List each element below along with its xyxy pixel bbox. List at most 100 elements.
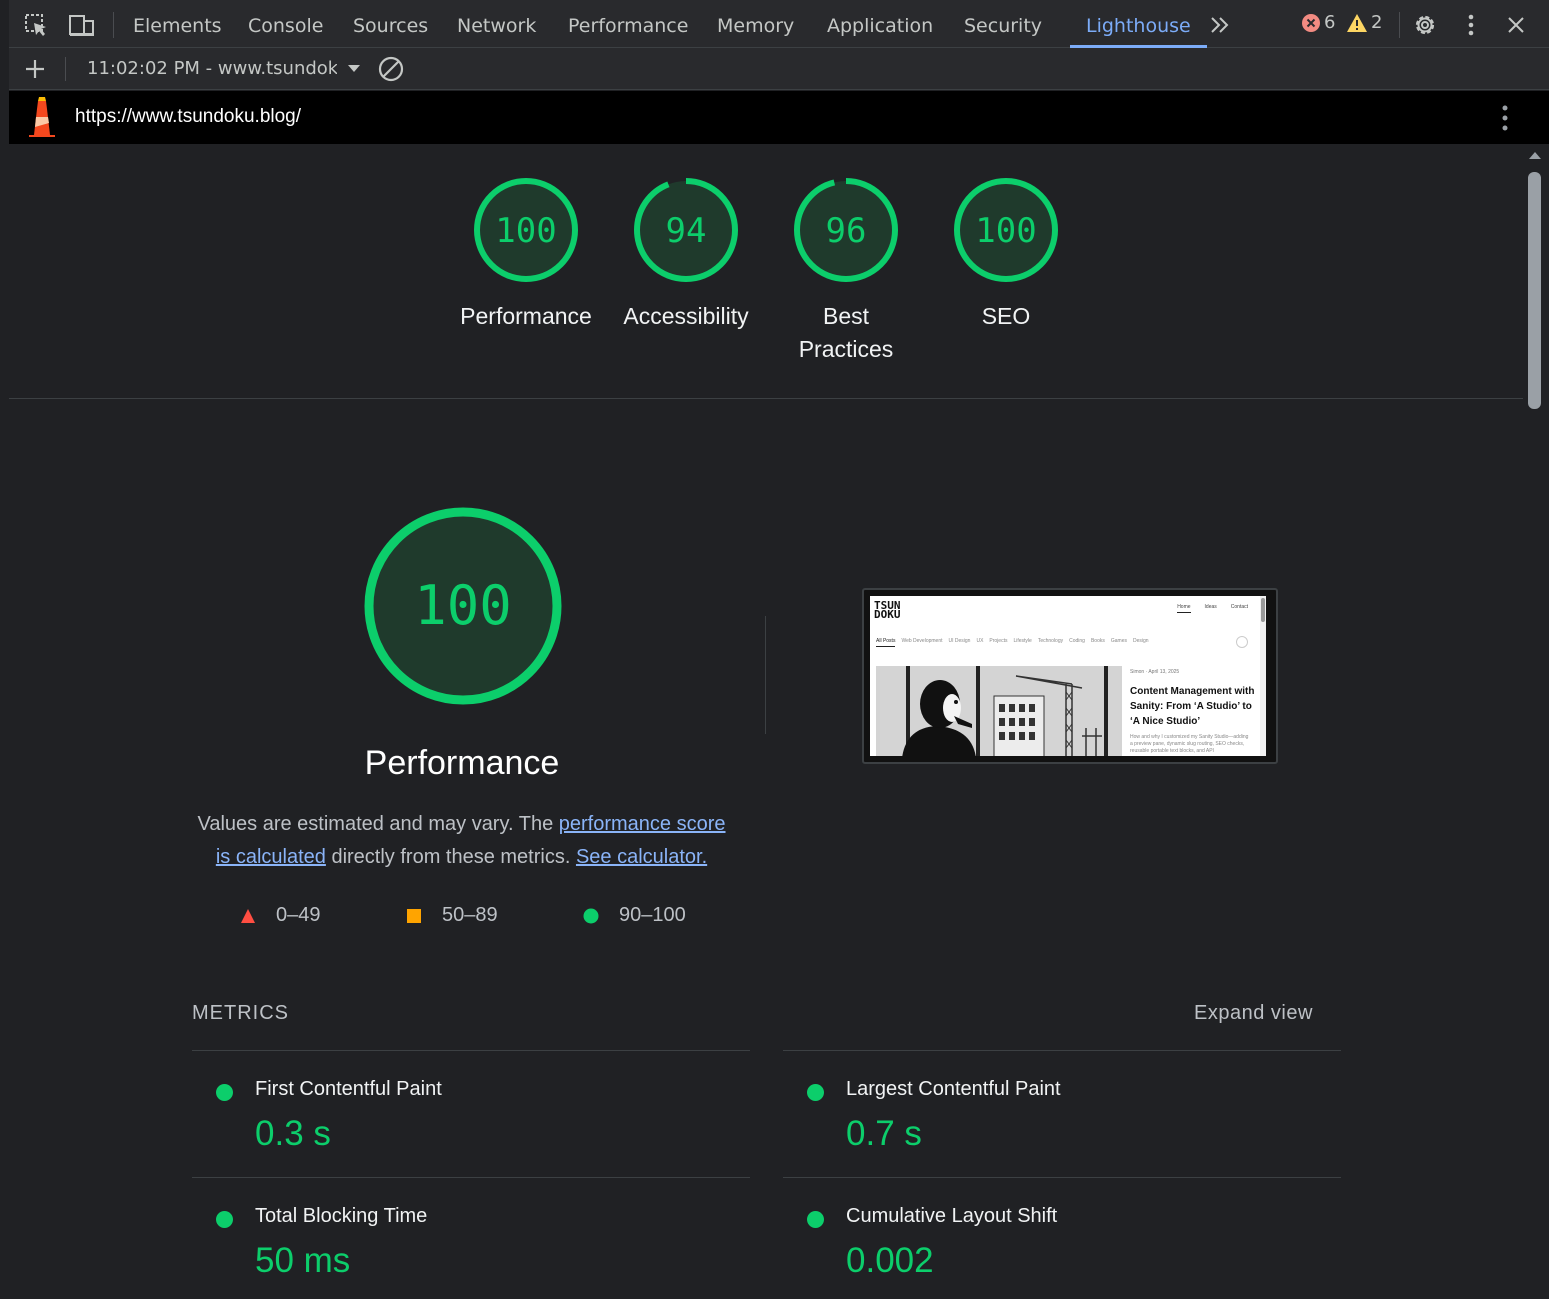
report-selector[interactable]: 11:02:02 PM - www.tsundoku.blog/ (87, 58, 337, 79)
accessibility-label: Accessibility (623, 303, 749, 329)
metrics-divider (783, 1177, 1341, 1178)
metric-value: 0.7 s (846, 1114, 922, 1153)
legend-pass-range: 90–100 (619, 904, 686, 926)
warning-badge[interactable]: 2 (1346, 12, 1382, 33)
device-toolbar-icon[interactable] (67, 10, 97, 40)
performance-score-large: 100 (414, 574, 512, 637)
metric-title: Cumulative Layout Shift (846, 1205, 1058, 1227)
performance-gauge-ring: 100 (474, 178, 578, 282)
scroll-up-arrow-icon[interactable] (1528, 150, 1542, 160)
error-count: 6 (1324, 12, 1336, 33)
performance-description: Values are estimated and may vary. The p… (189, 808, 734, 874)
screenshot-page: TSUN DOKU Home Ideas Contact All Posts W… (870, 596, 1266, 756)
final-screenshot[interactable]: TSUN DOKU Home Ideas Contact All Posts W… (862, 588, 1278, 764)
gauge-best-practices[interactable]: 96 Best Practices (766, 176, 926, 366)
performance-large-ring: 100 (364, 507, 562, 705)
tab-performance[interactable]: Performance (568, 0, 688, 48)
performance-label: Performance (460, 303, 592, 329)
gauge-accessibility[interactable]: 94 Accessibility (606, 176, 766, 333)
tab-application[interactable]: Application (827, 0, 933, 48)
tab-network[interactable]: Network (457, 0, 536, 48)
best-practices-label: Best Practices (798, 303, 894, 362)
gauge-seo[interactable]: 100 SEO (926, 176, 1086, 333)
metric-value: 0.002 (846, 1241, 934, 1280)
metric-title: Largest Contentful Paint (846, 1078, 1061, 1100)
legend-fail: 0–49 (240, 904, 321, 927)
clear-all-icon[interactable] (376, 54, 406, 84)
metric-value: 0.3 s (255, 1114, 331, 1153)
error-icon (1302, 13, 1320, 32)
site-nav: Home Ideas Contact (1177, 604, 1248, 613)
metrics-divider (192, 1050, 750, 1051)
lighthouse-toolbar: 11:02:02 PM - www.tsundoku.blog/ (9, 48, 1549, 90)
legend-average: 50–89 (406, 904, 498, 927)
pass-circle-icon (216, 1084, 233, 1101)
tab-elements[interactable]: Elements (133, 0, 222, 48)
warning-count: 2 (1371, 12, 1383, 33)
metric-largest-contentful-paint: Largest Contentful Paint 0.7 s (783, 1054, 1343, 1180)
report-menu-icon[interactable] (1502, 105, 1508, 136)
chevron-down-icon[interactable] (339, 54, 369, 84)
more-tabs-icon[interactable] (1205, 10, 1235, 40)
tab-memory[interactable]: Memory (717, 0, 794, 48)
metric-title: First Contentful Paint (255, 1078, 442, 1100)
performance-gauge-large: 100 (361, 504, 565, 713)
tab-security[interactable]: Security (964, 0, 1042, 48)
report-url-bar: https://www.tsundoku.blog/ (9, 91, 1549, 144)
lighthouse-report: 100 Performance 94 Accessibility 96 Best… (9, 144, 1523, 1299)
site-search-icon (1236, 636, 1248, 648)
desc-text-2: directly from these metrics. (325, 846, 576, 868)
vertical-divider (765, 616, 766, 734)
seo-label: SEO (981, 303, 1031, 329)
scrollbar-thumb[interactable] (1528, 172, 1541, 409)
metric-value: 50 ms (255, 1241, 351, 1280)
seo-score: 100 (975, 211, 1036, 251)
metric-first-contentful-paint: First Contentful Paint 0.3 s (192, 1054, 752, 1180)
legend-fail-range: 0–49 (276, 904, 321, 926)
screenshot-scrollbar (1260, 596, 1266, 756)
settings-gear-icon[interactable] (1410, 10, 1440, 40)
new-report-plus-icon[interactable] (20, 54, 50, 84)
close-devtools-icon[interactable] (1501, 10, 1531, 40)
tab-lighthouse[interactable]: Lighthouse (1070, 0, 1207, 48)
tab-sources[interactable]: Sources (353, 0, 428, 48)
fail-triangle-icon (241, 908, 255, 923)
pass-circle-icon (583, 908, 599, 923)
gauge-performance[interactable]: 100 Performance (446, 176, 606, 333)
error-badge[interactable]: 6 (1301, 12, 1335, 33)
metric-total-blocking-time: Total Blocking Time 50 ms (192, 1181, 752, 1299)
post-meta: Simon · April 13, 2025 (1130, 669, 1180, 675)
performance-title: Performance (364, 744, 560, 782)
pass-circle-icon (216, 1211, 233, 1228)
accessibility-score: 94 (666, 211, 707, 251)
site-logo: TSUN DOKU (874, 599, 901, 621)
post-title: Content Management with Sanity: From ‘A … (1130, 686, 1255, 727)
expand-view-toggle[interactable]: Expand view (1194, 1002, 1313, 1025)
section-divider (9, 398, 1523, 399)
see-calculator-link[interactable]: See calculator. (576, 846, 707, 868)
metrics-divider (783, 1050, 1341, 1051)
report-scrollbar[interactable] (1523, 144, 1549, 1299)
metrics-heading: METRICS (192, 1002, 289, 1024)
metric-title: Total Blocking Time (255, 1205, 428, 1227)
devtools-tab-bar: Elements Console Sources Network Perform… (9, 0, 1549, 48)
pass-circle-icon (807, 1084, 824, 1101)
warning-icon (1347, 13, 1367, 32)
legend-pass: 90–100 (583, 904, 686, 927)
post-excerpt: How and why I customized my Sanity Studi… (1130, 734, 1249, 754)
metric-cumulative-layout-shift: Cumulative Layout Shift 0.002 (783, 1181, 1343, 1299)
pass-circle-icon (807, 1211, 824, 1228)
desc-text-1: Values are estimated and may vary. The (197, 813, 559, 835)
tab-console[interactable]: Console (248, 0, 323, 48)
performance-score: 100 (495, 211, 556, 251)
seo-gauge-ring: 100 (954, 178, 1058, 282)
best-practices-gauge-ring: 96 (794, 178, 898, 282)
site-categories: All Posts Web Development UI Design UX P… (876, 638, 1149, 647)
report-url: https://www.tsundoku.blog/ (75, 106, 302, 127)
post-hero-illustration (876, 666, 1122, 756)
average-square-icon (407, 908, 421, 923)
best-practices-score: 96 (826, 211, 867, 251)
inspect-element-icon[interactable] (21, 10, 51, 40)
legend-average-range: 50–89 (442, 904, 498, 926)
more-options-icon[interactable] (1456, 10, 1486, 40)
